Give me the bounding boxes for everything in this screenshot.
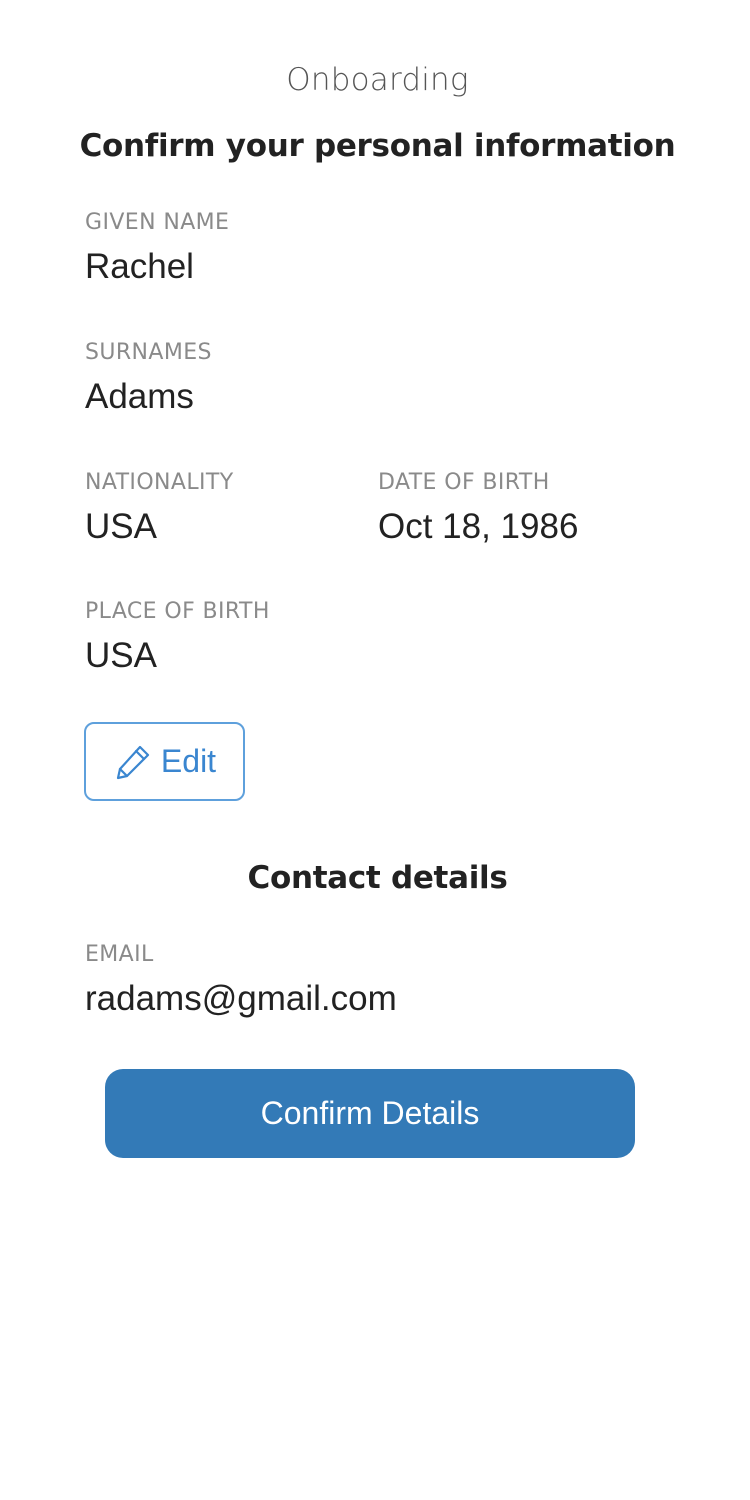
- email-field: EMAIL radams@gmail.com: [85, 942, 397, 1019]
- email-value: radams@gmail.com: [85, 979, 397, 1018]
- nationality-label: NATIONALITY: [85, 470, 234, 495]
- onboarding-screen: Onboarding Confirm your personal informa…: [0, 0, 750, 1500]
- screen-title: Onboarding: [286, 62, 469, 98]
- place-of-birth-label: PLACE OF BIRTH: [85, 599, 270, 624]
- date-of-birth-label: DATE OF BIRTH: [378, 470, 550, 495]
- surnames-value: Adams: [85, 377, 194, 416]
- confirm-details-label: Confirm Details: [260, 1095, 480, 1131]
- nationality-value: USA: [85, 507, 157, 546]
- date-of-birth-value: Oct 18, 1986: [378, 507, 579, 546]
- given-name-label: GIVEN NAME: [85, 210, 230, 235]
- personal-info-heading: Confirm your personal information: [79, 128, 676, 164]
- confirm-details-button[interactable]: Confirm Details: [105, 1069, 635, 1158]
- date-of-birth-field: DATE OF BIRTH Oct 18, 1986: [378, 470, 578, 547]
- surnames-field: SURNAMES Adams: [85, 340, 212, 417]
- place-of-birth-value: USA: [85, 636, 157, 675]
- contact-details-heading: Contact details: [247, 860, 508, 896]
- edit-button[interactable]: Edit: [84, 722, 245, 801]
- place-of-birth-field: PLACE OF BIRTH USA: [85, 599, 270, 676]
- given-name-value: Rachel: [85, 247, 194, 286]
- edit-label: Edit: [160, 743, 217, 779]
- surnames-label: SURNAMES: [85, 340, 212, 365]
- nationality-field: NATIONALITY USA: [85, 470, 234, 547]
- pencil-icon: [113, 742, 153, 782]
- email-label: EMAIL: [85, 942, 154, 967]
- given-name-field: GIVEN NAME Rachel: [85, 210, 229, 287]
